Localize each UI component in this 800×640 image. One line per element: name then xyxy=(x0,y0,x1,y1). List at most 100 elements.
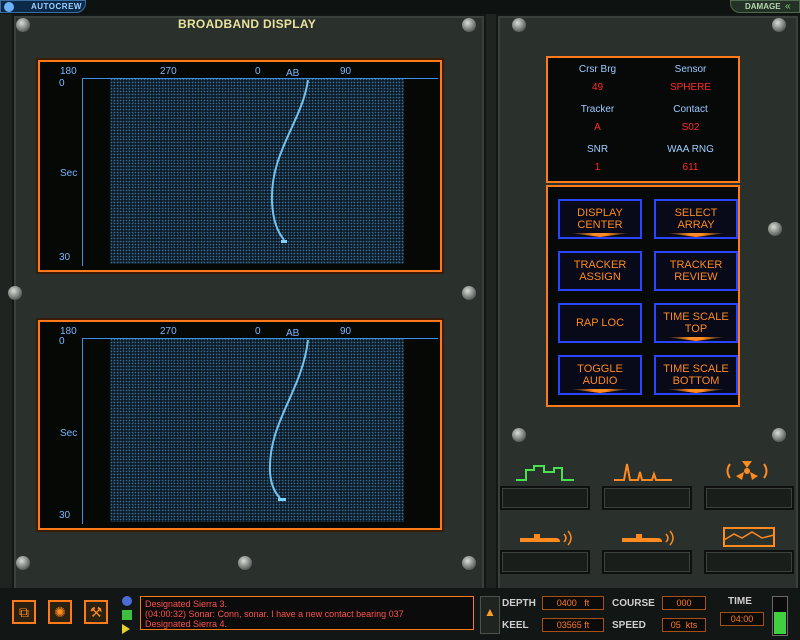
waa-rng-value: 611 xyxy=(682,162,699,173)
time-scale-top-button[interactable]: TIME SCALE TOP xyxy=(654,303,738,343)
button-label: ARRAY xyxy=(677,219,715,231)
tracker-review-button[interactable]: TRACKER REVIEW xyxy=(654,251,738,291)
button-label: RAP LOC xyxy=(575,317,625,329)
keel-label: KEEL xyxy=(502,620,529,631)
propeller-icon[interactable] xyxy=(722,458,772,484)
keel-value: 03565 ft xyxy=(542,618,604,632)
sonar-controls: DISPLAY CENTER SELECT ARRAY TRACKER ASSIGN … xyxy=(546,185,740,407)
sub-sound-icon[interactable] xyxy=(516,528,574,548)
message-log[interactable]: Designated Sierra 3. (04:00:32) Sonar: C… xyxy=(140,596,474,630)
screw-icon xyxy=(238,556,252,570)
triangle-up-icon: ▲ xyxy=(484,605,496,619)
button-label: TIME SCALE xyxy=(663,311,729,323)
screw-icon xyxy=(8,286,22,300)
screw-icon xyxy=(462,556,476,570)
screw-icon xyxy=(462,286,476,300)
contact-value: S02 xyxy=(681,122,700,133)
screw-icon xyxy=(462,18,476,32)
select-array-button[interactable]: SELECT ARRAY xyxy=(654,199,738,239)
sensor-label: Sensor xyxy=(674,64,707,75)
scroll-up-button[interactable]: ▲ xyxy=(480,596,500,634)
button-label: TOP xyxy=(684,323,708,335)
course-value: 000 xyxy=(662,596,706,610)
contact-trace xyxy=(268,339,309,501)
depth-number: 0400 xyxy=(556,598,577,608)
toggle-audio-button[interactable]: TOGGLE AUDIO xyxy=(558,355,642,395)
page-title: BROADBAND DISPLAY xyxy=(178,17,317,31)
speed-value: 05 kts xyxy=(662,618,706,632)
button-label: TOGGLE xyxy=(577,363,623,375)
button-label: ASSIGN xyxy=(579,271,621,283)
crsr-brg-label: Crsr Brg xyxy=(578,64,617,75)
depth-label: DEPTH xyxy=(502,598,536,609)
top-bar xyxy=(0,0,800,14)
status-indicator-icon[interactable] xyxy=(122,610,132,620)
contact-info-panel: Crsr Brg 49 Sensor SPHERE Tracker A Cont… xyxy=(546,56,740,183)
waterfall-display-top[interactable]: 180 270 0 AB 90 0 Sec 30 xyxy=(38,60,442,272)
terrain-icon[interactable] xyxy=(722,526,776,548)
speed-gauge xyxy=(772,596,788,636)
screw-icon xyxy=(512,18,526,32)
display-center-button[interactable]: DISPLAY CENTER xyxy=(558,199,642,239)
screw-icon xyxy=(16,556,30,570)
button-label: TRACKER xyxy=(573,259,627,271)
weapon-icon[interactable]: ✺ xyxy=(48,600,72,624)
damage-button[interactable]: DAMAGE « xyxy=(730,0,800,13)
damage-label: DAMAGE xyxy=(745,2,781,11)
station-slot[interactable] xyxy=(704,486,794,510)
button-label: TRACKER xyxy=(669,259,723,271)
screw-icon xyxy=(772,18,786,32)
autocrew-label: AUTOCREW xyxy=(31,2,82,11)
button-label: BOTTOM xyxy=(672,375,720,387)
button-label: CENTER xyxy=(577,219,623,231)
waa-rng-label: WAA RNG xyxy=(667,144,714,155)
narrowband-icon[interactable] xyxy=(612,460,674,482)
button-label: SELECT xyxy=(674,207,718,219)
broadband-icon[interactable] xyxy=(514,460,576,482)
snr-label: SNR xyxy=(586,144,609,155)
message-indicator-icon[interactable] xyxy=(122,596,132,606)
contact-label: Contact xyxy=(673,104,708,115)
double-chevron-left-icon: « xyxy=(785,1,791,12)
station-slot[interactable] xyxy=(602,550,692,574)
screw-icon xyxy=(768,222,782,236)
log-line: Designated Sierra 3. xyxy=(145,599,228,609)
screw-icon xyxy=(772,428,786,442)
button-label: TIME SCALE xyxy=(663,363,729,375)
play-icon[interactable] xyxy=(122,624,130,634)
autocrew-button[interactable]: AUTOCREW xyxy=(0,0,86,13)
tracker-label: Tracker xyxy=(580,104,615,115)
station-slot[interactable] xyxy=(602,486,692,510)
wrench-icon[interactable]: ⚒ xyxy=(84,600,108,624)
screw-icon xyxy=(512,428,526,442)
waterfall-display-bottom[interactable]: 180 270 0 AB 90 0 Sec 30 xyxy=(38,320,442,530)
tracker-value: A xyxy=(594,122,601,133)
crew-icon xyxy=(4,2,14,12)
course-label: COURSE xyxy=(612,598,655,609)
station-slot[interactable] xyxy=(704,550,794,574)
sensor-value: SPHERE xyxy=(669,82,712,93)
depth-unit: ft xyxy=(584,598,590,608)
contact-trace xyxy=(270,79,309,243)
time-value: 04:00 xyxy=(720,612,764,626)
gauge-fill xyxy=(774,612,786,634)
station-slot[interactable] xyxy=(500,550,590,574)
time-scale-bottom-button[interactable]: TIME SCALE BOTTOM xyxy=(654,355,738,395)
time-label: TIME xyxy=(728,596,752,607)
button-label: REVIEW xyxy=(674,271,718,283)
speed-label: SPEED xyxy=(612,620,646,631)
stations-icon[interactable]: ⧉ xyxy=(12,600,36,624)
sub-sound-icon[interactable] xyxy=(618,528,676,548)
rap-loc-button[interactable]: RAP LOC xyxy=(558,303,642,343)
crsr-brg-value: 49 xyxy=(591,82,604,93)
snr-value: 1 xyxy=(594,162,601,173)
screw-icon xyxy=(16,18,30,32)
depth-value: 0400 ft xyxy=(542,596,604,610)
tracker-assign-button[interactable]: TRACKER ASSIGN xyxy=(558,251,642,291)
station-slot[interactable] xyxy=(500,486,590,510)
log-line: (04:00:32) Sonar: Conn, sonar. I have a … xyxy=(145,609,404,619)
speed-number: 05 xyxy=(670,620,681,630)
button-label: AUDIO xyxy=(582,375,618,387)
speed-unit: kts xyxy=(685,620,698,630)
log-line: Designated Sierra 4. xyxy=(145,619,228,629)
